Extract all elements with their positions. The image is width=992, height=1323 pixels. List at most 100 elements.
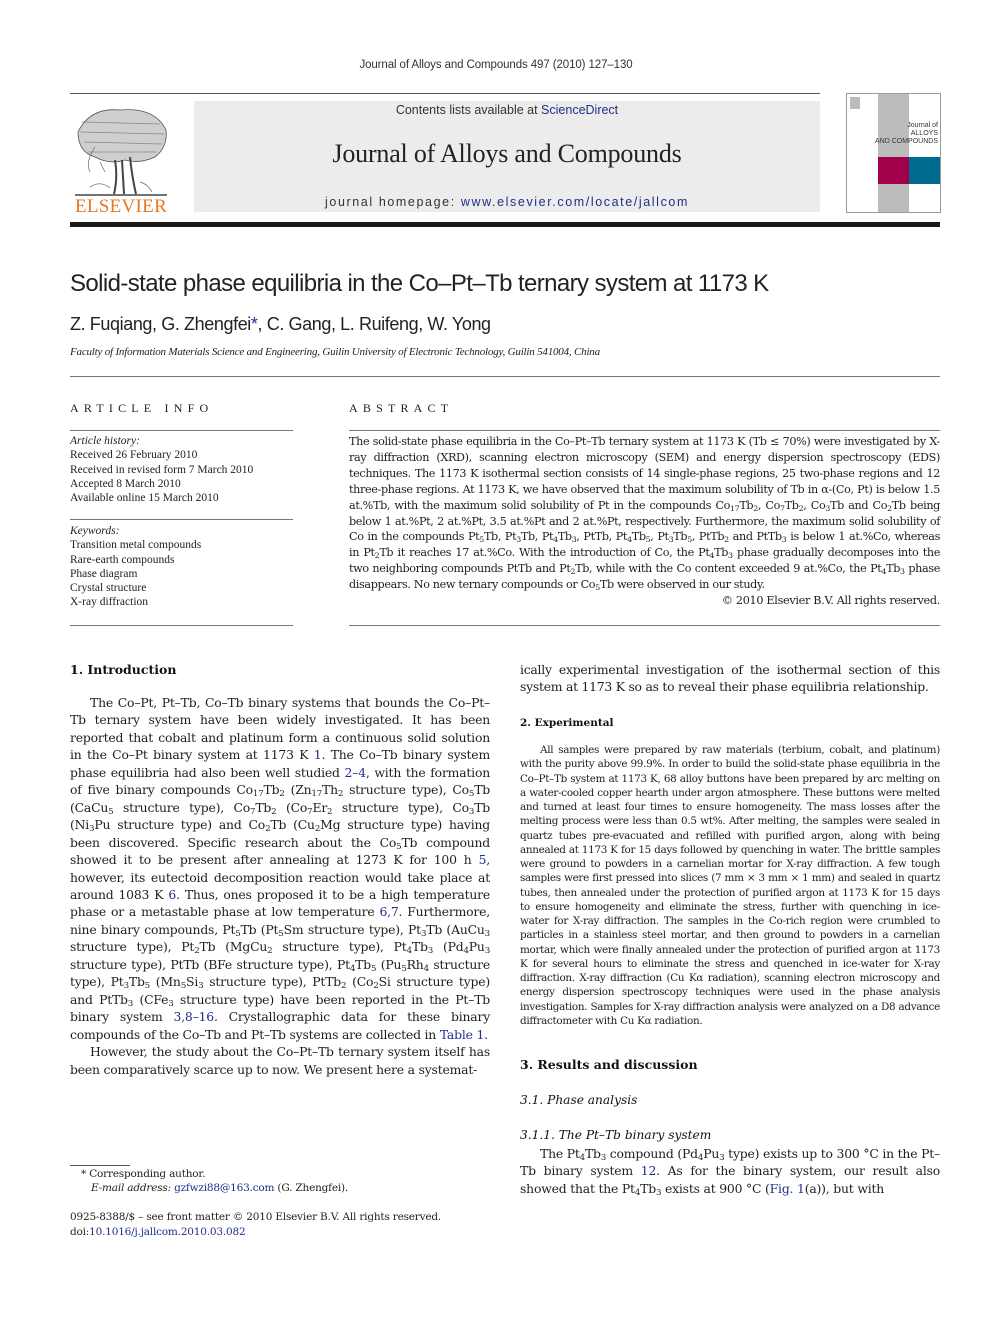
cover-grey-band	[878, 94, 909, 212]
subscript: 5	[645, 535, 651, 545]
cover-title-line: Journal of	[907, 122, 938, 129]
front-matter-line: 0925-8388/$ – see front matter © 2010 El…	[70, 1211, 442, 1223]
cover-title-line: AND COMPOUNDS	[874, 138, 938, 145]
journal-cover-thumbnail[interactable]: Journal of ALLOYS AND COMPOUNDS	[846, 93, 941, 213]
abstract-paragraph: The solid-state phase equilibria in the …	[349, 435, 940, 593]
keywords: Keywords: Transition metal compounds Rar…	[70, 524, 293, 610]
subscript: 3	[900, 567, 905, 577]
elsevier-wordmark: ELSEVIER	[74, 196, 168, 217]
cover-publisher-mark	[850, 97, 860, 109]
history-item: Received in revised form 7 March 2010	[70, 463, 254, 476]
subscript: 5	[479, 535, 484, 545]
subscript: 5	[396, 841, 402, 852]
subscript: 4	[627, 535, 632, 545]
subscript: 4	[406, 946, 413, 957]
subscript: 5	[235, 929, 241, 940]
section-heading-experimental: 2. Experimental	[520, 717, 614, 729]
cover-title-line: ALLOYS	[910, 130, 938, 137]
corresponding-author-note: * Corresponding author.	[81, 1168, 206, 1180]
subscript: 4	[423, 963, 430, 974]
divider	[70, 625, 293, 626]
abstract-body: The solid-state phase equilibria in the …	[349, 434, 940, 593]
results-body: The Pt4Tb3 compound (Pd4Pu3 type) exists…	[520, 1145, 940, 1197]
article-info-heading: ARTICLE INFO	[70, 401, 214, 415]
email-owner: (G. Zhengfei).	[274, 1182, 349, 1194]
divider	[349, 625, 940, 626]
email-link[interactable]: gzfwzi88@163.com	[174, 1182, 274, 1194]
abstract-heading: ABSTRACT	[349, 401, 454, 415]
subscript: 2	[724, 535, 729, 545]
subscript: 3	[728, 551, 733, 561]
citation-link[interactable]: 3,8–16	[173, 1009, 214, 1024]
homepage-prefix: journal homepage:	[325, 195, 461, 209]
cover-teal-block	[909, 157, 940, 184]
citation-link[interactable]: Table 1	[440, 1027, 485, 1042]
subscript: 3	[89, 824, 95, 835]
subscript: 2	[753, 503, 758, 513]
keywords-label: Keywords:	[70, 525, 120, 537]
citation-link[interactable]: 2–4	[345, 765, 367, 780]
subscript: 5	[401, 963, 407, 974]
subscript: 3	[468, 806, 475, 817]
subscript: 7	[250, 806, 256, 817]
subscript: 3	[168, 998, 174, 1009]
subscript: 4	[579, 1153, 586, 1164]
subscript: 3	[420, 929, 427, 940]
subscript: 2	[279, 789, 285, 800]
contents-line: Contents lists available at ScienceDirec…	[194, 103, 820, 117]
footnote-rule	[70, 1165, 130, 1166]
subscript: 3	[600, 1153, 607, 1164]
divider	[349, 430, 940, 431]
subscript: 17	[311, 789, 323, 800]
subscript: 5	[144, 981, 151, 992]
section-divider	[70, 376, 940, 377]
article-title: Solid-state phase equilibria in the Co–P…	[70, 270, 769, 297]
article-history: Article history: Received 26 February 20…	[70, 434, 293, 505]
subscript: 2	[271, 806, 277, 817]
citation-link[interactable]: 6,7	[379, 904, 398, 919]
subscript: 3	[571, 535, 577, 545]
subscript: 3	[516, 535, 521, 545]
experimental-body: All samples were prepared by raw materia…	[520, 743, 940, 1028]
subscript: 3	[123, 981, 130, 992]
subscript: 2	[570, 567, 576, 577]
authors-rest: , C. Gang, L. Ruifeng, W. Yong	[257, 314, 492, 334]
cover-title: Journal of ALLOYS AND COMPOUNDS	[847, 122, 940, 146]
citation-link[interactable]: 6	[168, 887, 176, 902]
subscript: 4	[709, 551, 715, 561]
citation-link[interactable]: 12	[641, 1163, 657, 1178]
keyword-item: X-ray diffraction	[70, 596, 149, 609]
doi-link[interactable]: 10.1016/j.jallcom.2010.03.082	[89, 1226, 245, 1238]
citation-link[interactable]: 5	[479, 852, 487, 867]
subscript: 4	[697, 1153, 704, 1164]
citation-link[interactable]: Fig. 1	[770, 1181, 805, 1196]
subscript: 2	[341, 981, 347, 992]
history-label: Article history:	[70, 435, 140, 447]
keyword-item: Phase diagram	[70, 567, 138, 580]
subscript: 4	[881, 567, 887, 577]
sciencedirect-link[interactable]: ScienceDirect	[541, 103, 618, 117]
subscript: 4	[349, 963, 356, 974]
body-paragraph: The Pt4Tb3 compound (Pd4Pu3 type) exists…	[520, 1146, 941, 1198]
author-list: Z. Fuqiang, G. Zhengfei*, C. Gang, L. Ru…	[70, 314, 491, 335]
subscript: 2	[374, 551, 380, 561]
subscript: 3	[484, 929, 491, 940]
section-heading-introduction: 1. Introduction	[70, 662, 177, 677]
journal-homepage-link[interactable]: www.elsevier.com/locate/jallcom	[461, 195, 689, 209]
subscript: 3	[655, 1187, 662, 1198]
section-heading-results: 3. Results and discussion	[520, 1057, 698, 1072]
corresponding-author-mark[interactable]: *	[251, 314, 258, 334]
history-item: Received 26 February 2010	[70, 449, 198, 462]
history-item: Accepted 8 March 2010	[70, 477, 181, 490]
history-item: Available online 15 March 2010	[70, 492, 219, 505]
subscript: 2	[267, 946, 273, 957]
subscript: 17	[252, 789, 264, 800]
subscript: 5	[468, 789, 475, 800]
doi-line: doi:10.1016/j.jallcom.2010.03.082	[70, 1226, 246, 1238]
citation-link[interactable]: 1	[314, 747, 322, 762]
body-paragraph: However, the study about the Co–Pt–Tb te…	[70, 1044, 490, 1077]
cover-magenta-block	[878, 157, 909, 184]
introduction-continuation: ically experimental investigation of the…	[520, 661, 940, 695]
subscript: 2	[265, 824, 271, 835]
subscript: 2	[337, 789, 344, 800]
